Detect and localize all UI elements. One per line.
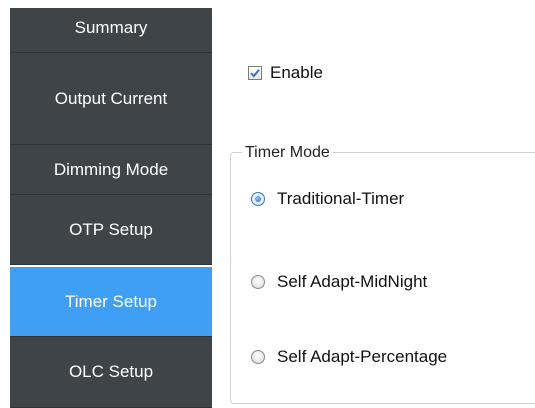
sidebar-item-label: Timer Setup — [65, 291, 157, 311]
enable-checkbox[interactable] — [248, 66, 262, 80]
sidebar-item-timer-setup[interactable]: Timer Setup — [10, 265, 212, 337]
checkmark-icon — [250, 69, 260, 78]
sidebar-item-output-current[interactable]: Output Current — [10, 53, 212, 145]
sidebar: Summary Output Current Dimming Mode OTP … — [0, 0, 212, 408]
radio-button-icon[interactable] — [251, 192, 265, 206]
radio-label: Self Adapt-Percentage — [277, 347, 448, 366]
sidebar-item-label: Output Current — [54, 88, 168, 108]
radio-traditional-timer[interactable]: Traditional-Timer — [251, 189, 404, 209]
radio-button-icon[interactable] — [251, 350, 265, 364]
radio-self-adapt-midnight[interactable]: Self Adapt-MidNight — [251, 272, 427, 292]
radio-button-icon[interactable] — [251, 275, 265, 289]
sidebar-item-label: Summary — [74, 18, 148, 37]
sidebar-item-olc-setup[interactable]: OLC Setup — [10, 337, 212, 408]
enable-label: Enable — [270, 63, 323, 82]
sidebar-item-summary[interactable]: Summary — [10, 8, 212, 53]
enable-checkbox-row[interactable]: Enable — [248, 63, 323, 83]
sidebar-item-label: OLC Setup — [68, 362, 154, 381]
sidebar-item-otp-setup[interactable]: OTP Setup — [10, 195, 212, 265]
radio-self-adapt-percentage[interactable]: Self Adapt-Percentage — [251, 347, 447, 367]
timer-setup-panel: Summary Output Current Dimming Mode OTP … — [0, 0, 535, 408]
sidebar-item-dimming-mode[interactable]: Dimming Mode — [10, 145, 212, 195]
sidebar-item-label: OTP Setup — [69, 219, 153, 239]
radio-label: Traditional-Timer — [277, 189, 405, 208]
sidebar-item-label: Dimming Mode — [53, 159, 169, 179]
timer-mode-title: Timer Mode — [242, 144, 333, 162]
radio-label: Self Adapt-MidNight — [277, 272, 428, 291]
